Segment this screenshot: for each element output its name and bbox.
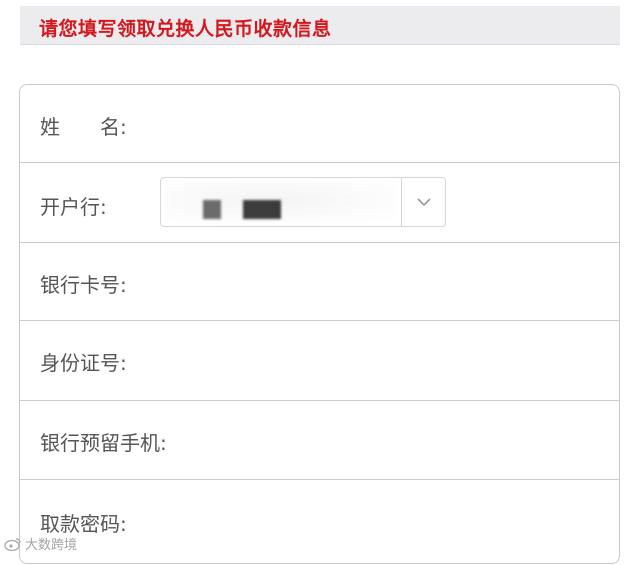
payment-info-form: 姓 名: 开户行: 银行卡号: 身份证号: 银行预留手机: 取款密码: <box>19 84 620 564</box>
notice-text: 请您填写领取兑换人民币收款信息 <box>39 18 332 40</box>
form-row-password: 取款密码: <box>20 480 619 565</box>
card-number-field[interactable] <box>140 249 609 314</box>
chevron-down-icon <box>416 198 431 207</box>
blurred-bank-value <box>167 182 395 222</box>
form-row-bank: 开户行: <box>20 163 619 243</box>
watermark: 大数跨境 <box>4 534 77 553</box>
password-label: 取款密码: <box>40 512 127 536</box>
id-number-label: 身份证号: <box>40 351 127 375</box>
bank-select-dropdown-button[interactable] <box>401 178 445 226</box>
form-row-name: 姓 名: <box>20 85 619 163</box>
redaction-mark <box>243 200 281 219</box>
form-row-id-number: 身份证号: <box>20 321 619 401</box>
form-row-phone: 银行预留手机: <box>20 401 619 480</box>
weibo-icon <box>4 537 21 551</box>
notice-banner: 请您填写领取兑换人民币收款信息 <box>20 6 620 45</box>
name-label: 姓 名: <box>40 115 127 139</box>
watermark-text: 大数跨境 <box>25 538 78 553</box>
bank-select[interactable] <box>160 177 446 227</box>
name-field[interactable] <box>140 91 609 156</box>
card-number-label: 银行卡号: <box>40 273 127 297</box>
id-number-field[interactable] <box>140 327 609 394</box>
password-field[interactable] <box>140 486 609 559</box>
bank-label: 开户行: <box>40 195 107 219</box>
phone-field[interactable] <box>140 407 609 473</box>
form-row-card-number: 银行卡号: <box>20 243 619 321</box>
redaction-mark <box>203 200 221 219</box>
